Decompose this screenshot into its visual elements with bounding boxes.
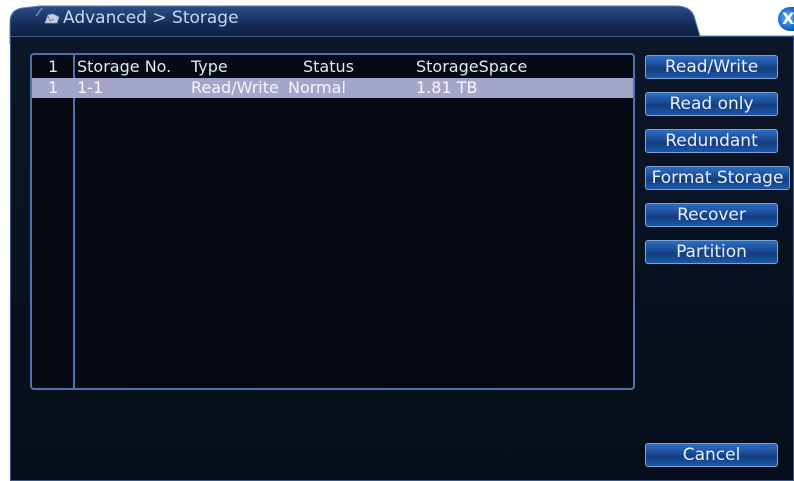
header-storage-space: StorageSpace bbox=[416, 57, 528, 76]
storage-window: Advanced > Storage X 1 Storage No. Type … bbox=[0, 0, 794, 481]
redundant-button[interactable]: Redundant bbox=[645, 129, 778, 153]
header-type: Type bbox=[191, 57, 228, 76]
header-storage-no: Storage No. bbox=[77, 57, 172, 76]
row-index: 1 bbox=[48, 78, 59, 97]
cancel-button[interactable]: Cancel bbox=[645, 443, 778, 467]
header-index: 1 bbox=[48, 57, 59, 76]
read-write-button[interactable]: Read/Write bbox=[645, 55, 778, 79]
row-storage-no: 1-1 bbox=[77, 78, 104, 97]
row-type: Read/Write bbox=[191, 78, 279, 97]
storage-folder-icon bbox=[44, 13, 60, 24]
recover-button[interactable]: Recover bbox=[645, 203, 778, 227]
format-storage-button[interactable]: Format Storage bbox=[645, 166, 790, 190]
partition-button[interactable]: Partition bbox=[645, 240, 778, 264]
table-header: 1 Storage No. Type Status StorageSpace bbox=[32, 57, 633, 77]
table-column-divider bbox=[73, 55, 75, 388]
window-title: Advanced > Storage bbox=[63, 8, 239, 28]
read-only-button[interactable]: Read only bbox=[645, 92, 778, 116]
header-status: Status bbox=[303, 57, 354, 76]
row-status: Normal bbox=[288, 78, 346, 97]
row-storage-space: 1.81 TB bbox=[416, 78, 478, 97]
table-row[interactable]: 1 1-1 Read/Write Normal 1.81 TB bbox=[32, 78, 633, 98]
close-icon: X bbox=[782, 9, 794, 28]
storage-table bbox=[30, 53, 635, 390]
